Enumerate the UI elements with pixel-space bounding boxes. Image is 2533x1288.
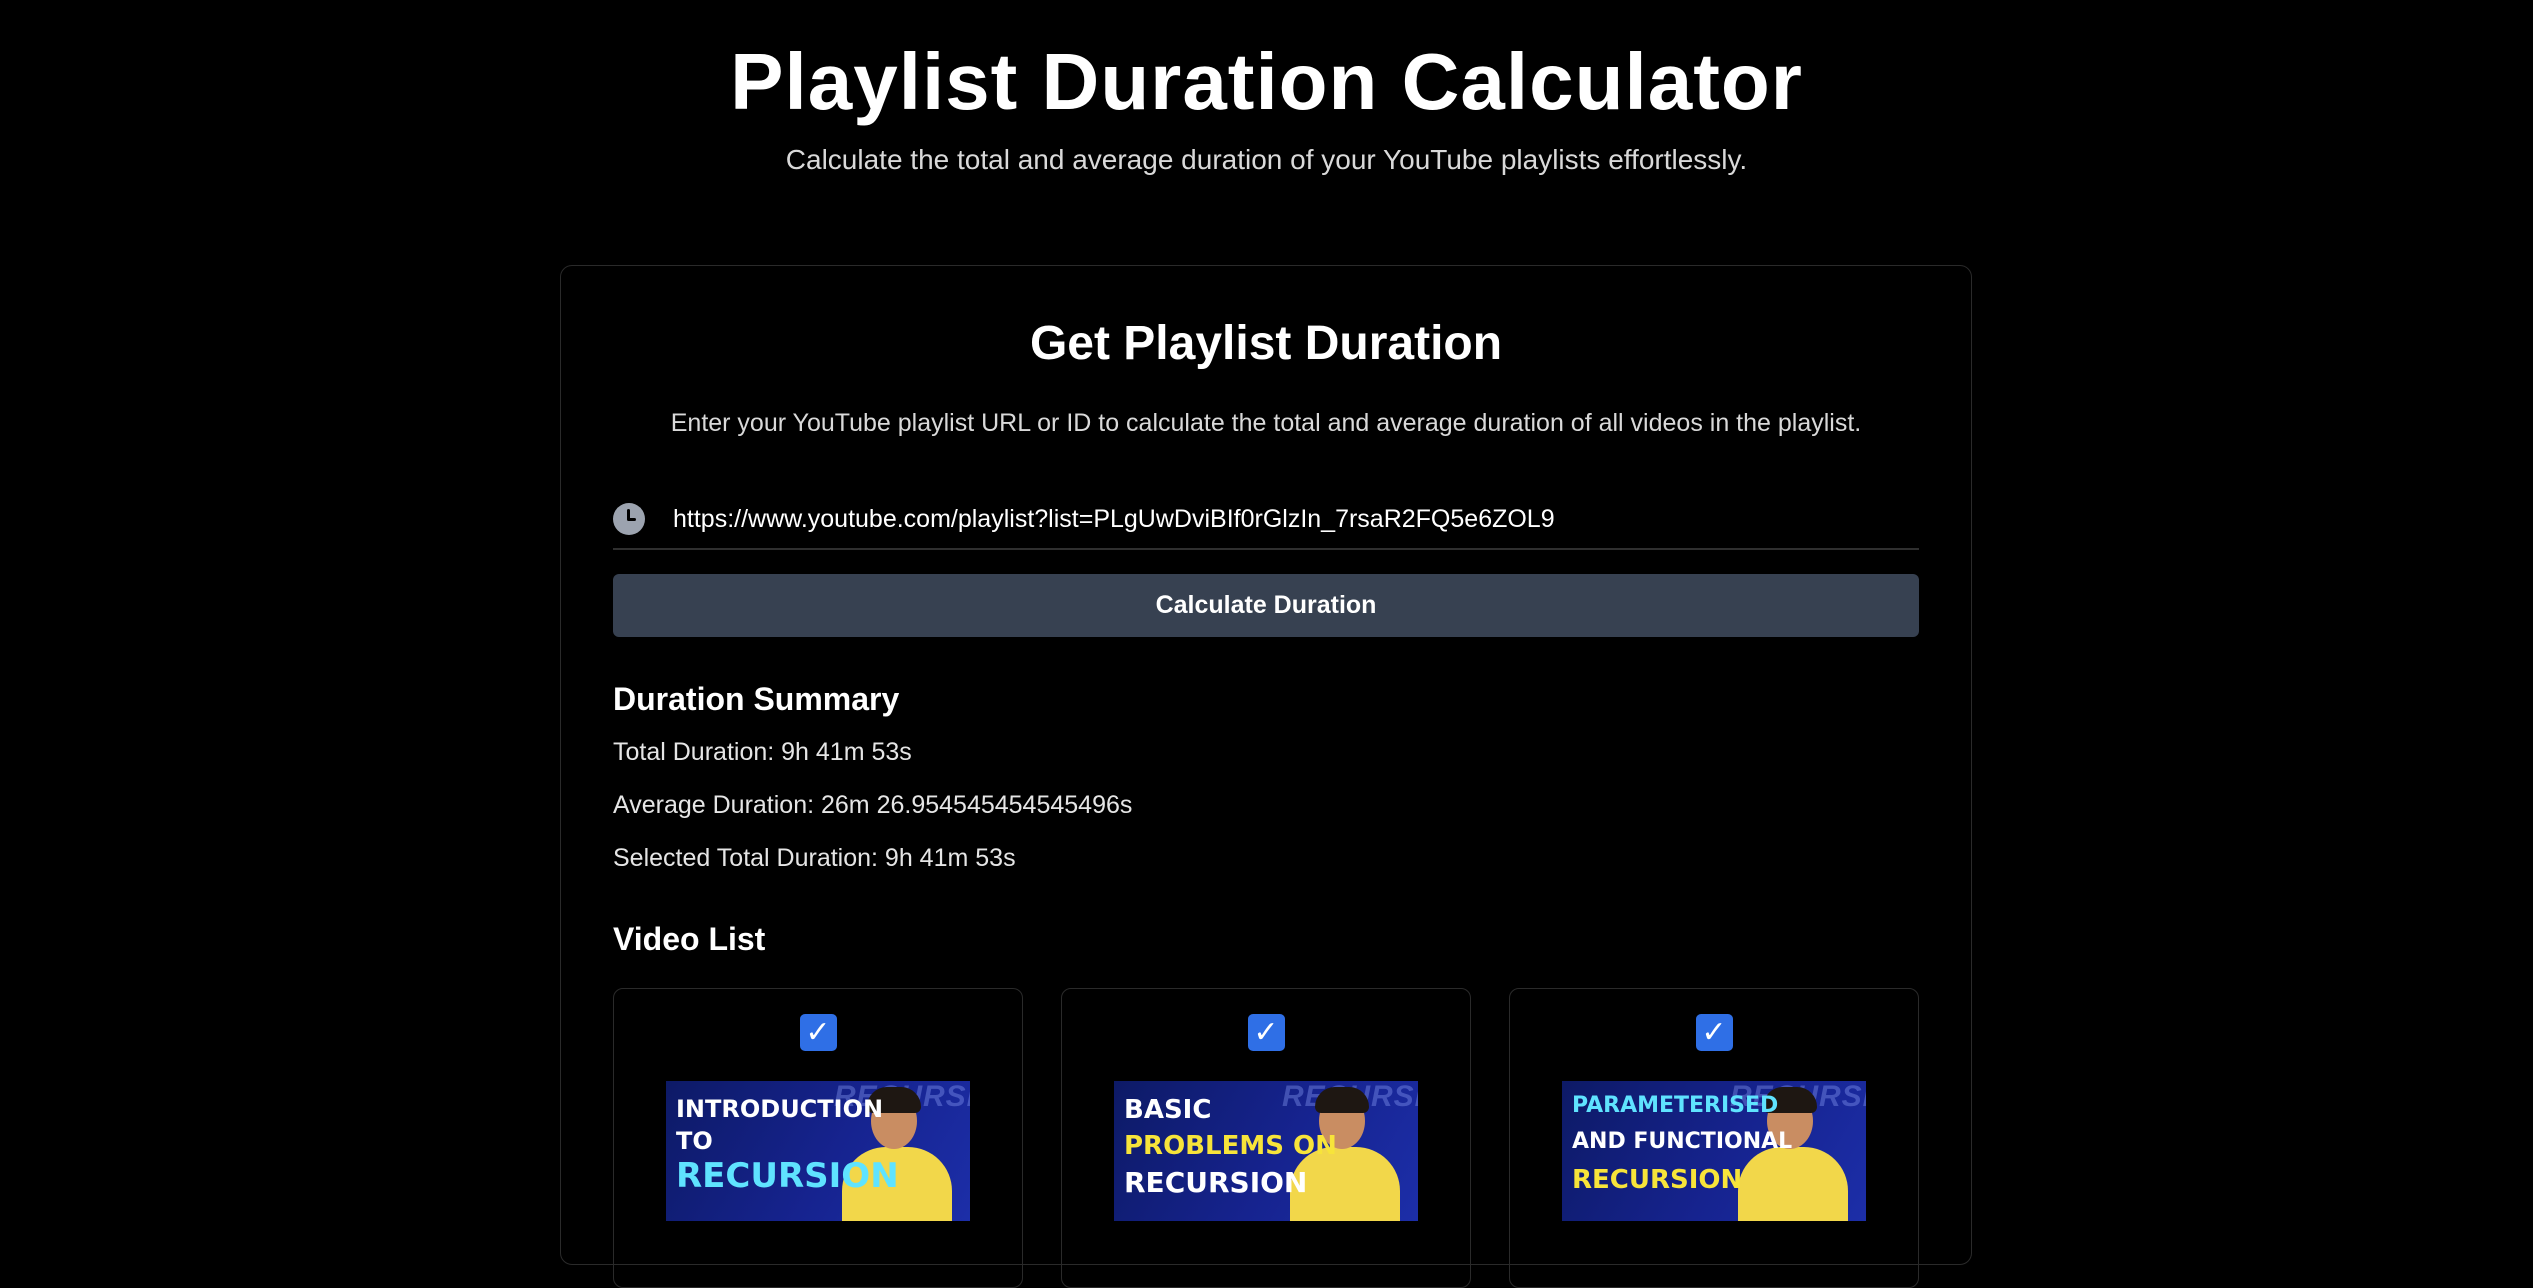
checkmark-icon: ✓: [805, 1015, 831, 1049]
video-list-heading: Video List: [613, 921, 766, 957]
video-select-checkbox[interactable]: ✓: [1695, 1014, 1733, 1051]
thumbnail-line2: AND FUNCTIONAL: [1572, 1129, 1793, 1154]
card-description: Enter your YouTube playlist URL or ID to…: [670, 409, 1862, 437]
summary-heading: Duration Summary: [613, 681, 900, 717]
thumbnail-line2: TO: [676, 1127, 713, 1155]
total-duration: Total Duration: 9h 41m 53s: [613, 738, 912, 766]
video-thumbnail[interactable]: RECURSI PARAMETERISED AND FUNCTIONAL REC…: [1562, 1081, 1866, 1221]
page-header: Playlist Duration Calculator Calculate t…: [0, 0, 2533, 176]
presenter-hair: [1315, 1087, 1369, 1113]
duration-summary: Duration Summary Total Duration: 9h 41m …: [613, 681, 1919, 873]
video-card: ✓ RECURSI BASIC PROBLEMS ON RECURSION: [1061, 988, 1471, 1288]
thumbnail-line3: RECURSION: [1572, 1165, 1743, 1195]
clock-icon: [613, 503, 645, 535]
page-title: Playlist Duration Calculator: [730, 37, 1803, 126]
thumbnail-line3: RECURSION: [1124, 1166, 1308, 1199]
video-card: ✓ RECURSI PARAMETERISED AND FUNCTIONAL R…: [1509, 988, 1919, 1288]
page-subtitle: Calculate the total and average duration…: [785, 144, 1748, 175]
selected-total-duration: Selected Total Duration: 9h 41m 53s: [613, 844, 1016, 872]
calculate-duration-button[interactable]: Calculate Duration: [613, 574, 1919, 637]
thumbnail-line1: INTRODUCTION: [676, 1095, 884, 1123]
checkmark-icon: ✓: [1701, 1015, 1727, 1049]
card-title: Get Playlist Duration: [1029, 317, 1503, 370]
playlist-url-input[interactable]: [673, 494, 1919, 544]
calculator-card: Get Playlist Duration Enter your YouTube…: [560, 265, 1972, 1288]
video-card: ✓ RECURSI INTRODUCTION TO RECURSION: [613, 988, 1023, 1288]
presenter-figure: [1738, 1147, 1848, 1221]
thumbnail-line3: RECURSION: [676, 1156, 899, 1196]
average-duration: Average Duration: 26m 26.954545454545496…: [613, 791, 1133, 819]
thumbnail-line2: PROBLEMS ON: [1124, 1131, 1337, 1161]
video-thumbnail[interactable]: RECURSI BASIC PROBLEMS ON RECURSION: [1114, 1081, 1418, 1221]
video-grid: ✓ RECURSI INTRODUCTION TO RECURSION ✓: [613, 988, 1919, 1288]
thumbnail-line1: PARAMETERISED: [1572, 1093, 1779, 1118]
playlist-input-row: [613, 490, 1919, 550]
checkmark-icon: ✓: [1253, 1015, 1279, 1049]
video-select-checkbox[interactable]: ✓: [1247, 1014, 1285, 1051]
thumbnail-line1: BASIC: [1124, 1095, 1212, 1125]
video-thumbnail[interactable]: RECURSI INTRODUCTION TO RECURSION: [666, 1081, 970, 1221]
video-list: Video List ✓ RECURSI INTRODUCTION TO REC…: [613, 921, 1919, 1288]
video-select-checkbox[interactable]: ✓: [799, 1014, 837, 1051]
